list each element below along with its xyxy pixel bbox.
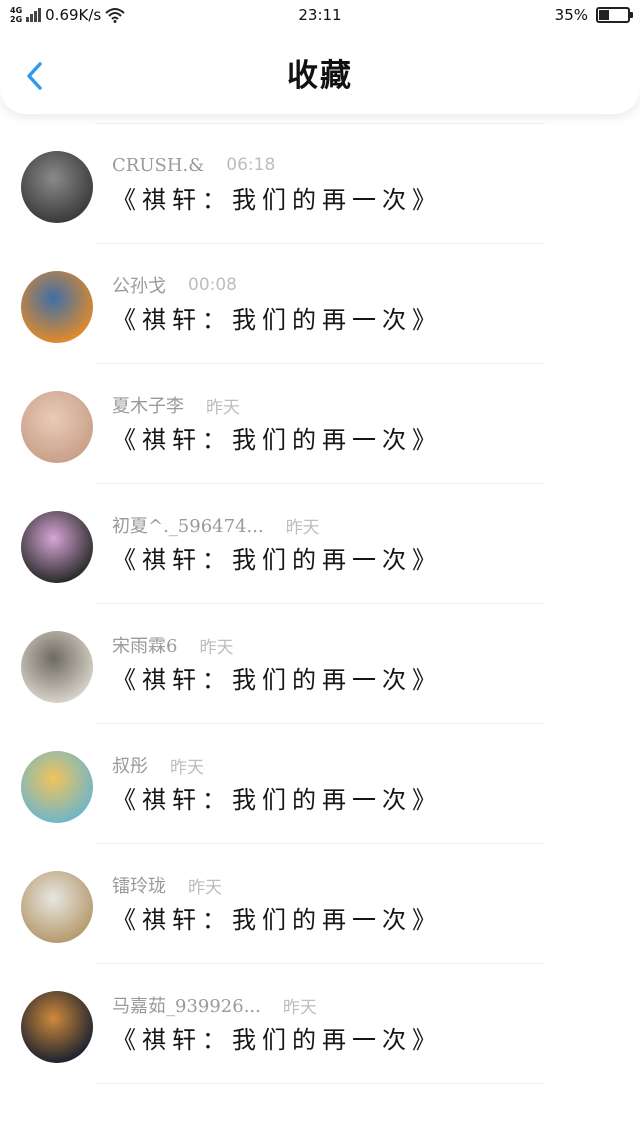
timestamp: 00:08 xyxy=(188,275,237,295)
timestamp: 昨天 xyxy=(285,517,320,538)
item-meta: 夏木子李 昨天 xyxy=(112,394,240,418)
avatar[interactable] xyxy=(21,511,93,583)
item-meta: 公孙戈 00:08 xyxy=(112,274,237,297)
username: 叔彤 xyxy=(112,756,148,777)
timestamp: 昨天 xyxy=(170,757,204,778)
battery-icon xyxy=(596,7,633,23)
item-title[interactable]: 《祺轩：我们的再一次》 xyxy=(112,420,442,455)
item-title[interactable]: 《祺轩：我们的再一次》 xyxy=(112,660,442,695)
timestamp: 昨天 xyxy=(282,997,317,1018)
timestamp: 昨天 xyxy=(206,397,240,418)
signal-icon xyxy=(26,8,42,22)
favorites-list: 《祺轩：我们的再一次》CRUSH.&06:18《祺轩：我们的再一次》公孙戈00:… xyxy=(0,31,640,1084)
item-meta: 镭玲珑 昨天 xyxy=(112,874,222,898)
list-item[interactable]: 叔彤 昨天 《祺轩：我们的再一次》 xyxy=(0,724,640,844)
battery-percent: 35% xyxy=(554,6,588,24)
item-title[interactable]: 《祺轩：我们的再一次》 xyxy=(112,900,442,935)
item-title[interactable]: 《祺轩：我们的再一次》 xyxy=(112,300,442,335)
timestamp: 06:18 xyxy=(226,155,276,175)
divider xyxy=(95,1083,545,1084)
list-item[interactable]: 公孙戈 00:08 《祺轩：我们的再一次》 xyxy=(0,244,640,364)
list-item[interactable]: 初夏^._596474... 昨天 《祺轩：我们的再一次》 xyxy=(0,484,640,604)
list-item[interactable]: 镭玲珑 昨天 《祺轩：我们的再一次》 xyxy=(0,844,640,964)
list-item[interactable]: 马嘉茹_939926... 昨天 《祺轩：我们的再一次》 xyxy=(0,964,640,1084)
item-meta: 初夏^._596474... 昨天 xyxy=(112,514,320,538)
wifi-icon xyxy=(105,8,125,23)
battery-level xyxy=(599,10,609,20)
avatar[interactable] xyxy=(21,391,93,463)
username: 公孙戈 xyxy=(112,276,166,297)
item-meta: 叔彤 昨天 xyxy=(112,754,204,778)
chevron-left-icon[interactable] xyxy=(22,60,50,92)
item-title[interactable]: 《祺轩：我们的再一次》 xyxy=(112,540,442,575)
avatar[interactable] xyxy=(21,151,93,223)
avatar[interactable] xyxy=(21,271,93,343)
status-bar: 4G 2G 0.69K/s 23:11 35% xyxy=(0,0,640,30)
item-title[interactable]: 《祺轩：我们的再一次》 xyxy=(112,180,442,215)
item-meta: 宋雨霖6 昨天 xyxy=(112,634,234,658)
avatar[interactable] xyxy=(21,751,93,823)
username: 初夏^._596474... xyxy=(112,516,264,537)
network-speed: 0.69K/s xyxy=(45,6,102,24)
list-item[interactable]: 宋雨霖6 昨天 《祺轩：我们的再一次》 xyxy=(0,604,640,724)
username: 镭玲珑 xyxy=(112,876,166,897)
username: 马嘉茹_939926... xyxy=(112,996,261,1017)
avatar[interactable] xyxy=(21,871,93,943)
page-title: 收藏 xyxy=(287,57,353,94)
username: CRUSH.& xyxy=(112,154,205,176)
timestamp: 昨天 xyxy=(199,637,234,658)
list-item[interactable]: CRUSH.& 06:18 《祺轩：我们的再一次》 xyxy=(0,124,640,244)
avatar[interactable] xyxy=(21,631,93,703)
timestamp: 昨天 xyxy=(188,877,222,898)
username: 宋雨霖6 xyxy=(112,636,178,657)
avatar[interactable] xyxy=(21,991,93,1063)
list-item[interactable]: 夏木子李 昨天 《祺轩：我们的再一次》 xyxy=(0,364,640,484)
network-type: 4G 2G xyxy=(10,6,23,24)
item-title[interactable]: 《祺轩：我们的再一次》 xyxy=(112,780,442,815)
username: 夏木子李 xyxy=(112,396,184,417)
navigation-header: 收藏 xyxy=(0,30,640,114)
item-meta: 马嘉茹_939926... 昨天 xyxy=(112,994,317,1018)
item-meta: CRUSH.& 06:18 xyxy=(112,154,275,176)
item-title[interactable]: 《祺轩：我们的再一次》 xyxy=(112,1020,442,1055)
